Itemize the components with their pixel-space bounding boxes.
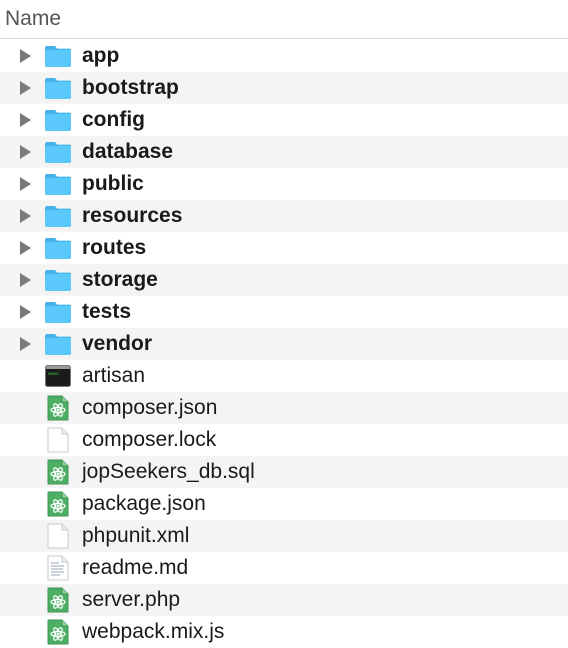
item-name-label: webpack.mix.js	[82, 620, 225, 643]
file-row[interactable]: composer.lock	[0, 424, 568, 456]
atom-document-icon	[44, 619, 72, 645]
folder-row[interactable]: database	[0, 136, 568, 168]
folder-icon	[44, 235, 72, 261]
item-name-label: vendor	[82, 332, 153, 355]
item-name-label: server.php	[82, 588, 181, 611]
svg-text:exec: exec	[48, 372, 59, 377]
item-name-label: routes	[82, 236, 147, 259]
atom-document-icon	[44, 587, 72, 613]
file-row[interactable]: phpunit.xml	[0, 520, 568, 552]
item-name-label: public	[82, 172, 144, 195]
column-header-name[interactable]: Name	[0, 0, 568, 39]
item-name-label: readme.md	[82, 556, 189, 579]
atom-document-icon	[44, 491, 72, 517]
folder-icon	[44, 267, 72, 293]
folder-row[interactable]: app	[0, 40, 568, 72]
folder-icon	[44, 43, 72, 69]
file-row[interactable]: server.php	[0, 584, 568, 616]
disclosure-triangle-icon[interactable]	[17, 208, 33, 224]
folder-row[interactable]: resources	[0, 200, 568, 232]
disclosure-triangle-icon[interactable]	[17, 48, 33, 64]
folder-icon	[44, 75, 72, 101]
folder-icon	[44, 299, 72, 325]
item-name-label: bootstrap	[82, 76, 179, 99]
folder-row[interactable]: config	[0, 104, 568, 136]
item-name-label: storage	[82, 268, 158, 291]
folder-row[interactable]: vendor	[0, 328, 568, 360]
file-row[interactable]: readme.md	[0, 552, 568, 584]
item-name-label: composer.lock	[82, 428, 217, 451]
item-name-label: artisan	[82, 364, 146, 387]
folder-row[interactable]: bootstrap	[0, 72, 568, 104]
atom-document-icon	[44, 395, 72, 421]
item-name-label: app	[82, 44, 120, 67]
folder-row[interactable]: storage	[0, 264, 568, 296]
atom-document-icon	[44, 459, 72, 485]
file-row[interactable]: exec artisan	[0, 360, 568, 392]
item-name-label: jopSeekers_db.sql	[82, 460, 255, 483]
blank-document-icon	[44, 523, 72, 549]
folder-icon	[44, 171, 72, 197]
disclosure-triangle-icon[interactable]	[17, 336, 33, 352]
item-name-label: package.json	[82, 492, 206, 515]
folder-icon	[44, 203, 72, 229]
file-row[interactable]: composer.json	[0, 392, 568, 424]
file-row[interactable]: package.json	[0, 488, 568, 520]
folder-icon	[44, 139, 72, 165]
item-name-label: composer.json	[82, 396, 218, 419]
disclosure-triangle-icon[interactable]	[17, 144, 33, 160]
folder-row[interactable]: routes	[0, 232, 568, 264]
item-name-label: database	[82, 140, 174, 163]
item-name-label: resources	[82, 204, 183, 227]
terminal-executable-icon: exec	[44, 363, 72, 389]
disclosure-triangle-icon[interactable]	[17, 176, 33, 192]
finder-window: Name app bootstrap config database publi…	[0, 0, 568, 648]
disclosure-triangle-icon[interactable]	[17, 272, 33, 288]
item-name-label: config	[82, 108, 145, 131]
blank-document-icon	[44, 427, 72, 453]
disclosure-triangle-icon[interactable]	[17, 304, 33, 320]
text-document-icon	[44, 555, 72, 581]
file-list: app bootstrap config database public res…	[0, 40, 568, 648]
folder-icon	[44, 107, 72, 133]
item-name-label: tests	[82, 300, 132, 323]
item-name-label: phpunit.xml	[82, 524, 190, 547]
disclosure-triangle-icon[interactable]	[17, 112, 33, 128]
column-header-label: Name	[5, 7, 62, 30]
folder-icon	[44, 331, 72, 357]
folder-row[interactable]: tests	[0, 296, 568, 328]
folder-row[interactable]: public	[0, 168, 568, 200]
file-row[interactable]: jopSeekers_db.sql	[0, 456, 568, 488]
disclosure-triangle-icon[interactable]	[17, 240, 33, 256]
file-row[interactable]: webpack.mix.js	[0, 616, 568, 648]
disclosure-triangle-icon[interactable]	[17, 80, 33, 96]
